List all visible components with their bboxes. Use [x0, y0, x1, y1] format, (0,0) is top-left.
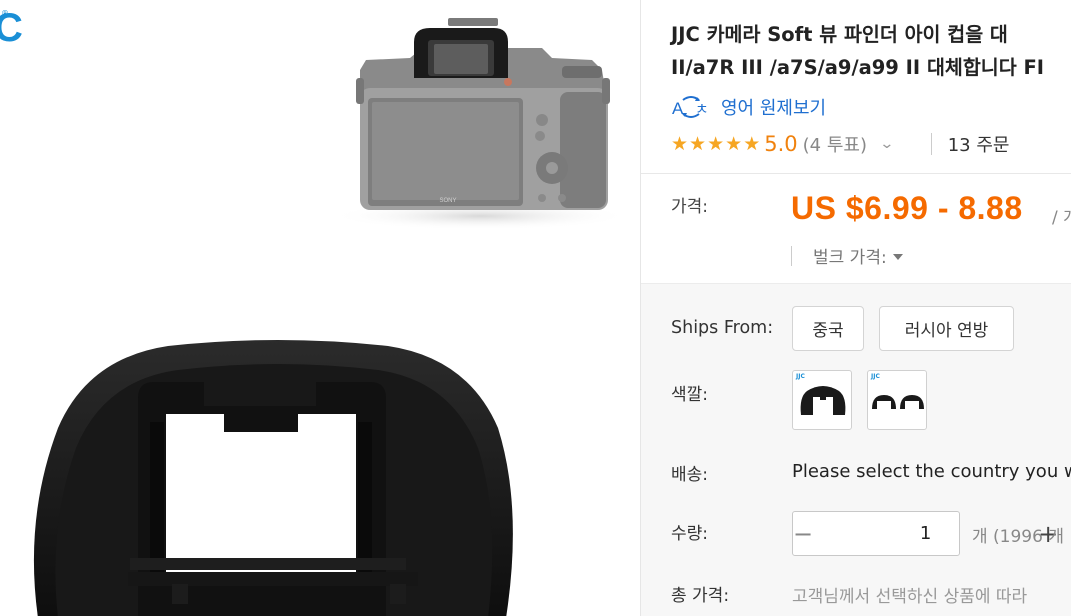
star-icon: ★: [707, 133, 725, 155]
rating-row: ★ ★ ★ ★ ★ 5.0 (4 투표) ⌄ 13 주문: [671, 130, 1009, 158]
brand-registered-mark: ®: [1, 9, 9, 18]
swatch-logo: JJC: [871, 373, 880, 380]
product-title-line-1: JJC 카메라 Soft 뷰 파인더 아이 컵을 대: [671, 23, 1008, 46]
eyecup-product-image[interactable]: [18, 318, 538, 616]
color-label: 색깔:: [671, 385, 709, 405]
translate-row[interactable]: A ㅊ 영어 원제보기: [671, 94, 826, 120]
star-icon: ★: [725, 133, 743, 155]
ships-from-option-russia[interactable]: 러시아 연방: [879, 306, 1014, 351]
divider: [930, 133, 932, 155]
quantity-label: 수량:: [671, 524, 709, 544]
star-icon: ★: [671, 133, 689, 155]
rating-score: 5.0: [764, 132, 798, 156]
divider: [791, 246, 792, 266]
total-price-label: 총 가격:: [671, 586, 730, 606]
product-image-gallery: C ® SONY: [0, 0, 641, 616]
price-unit: / 개: [1052, 208, 1071, 228]
caret-down-icon: [892, 254, 903, 260]
quantity-stepper: − +: [792, 511, 1058, 556]
color-swatch-single[interactable]: JJC: [792, 370, 852, 430]
color-swatch-double[interactable]: JJC: [867, 370, 927, 430]
star-icon: ★: [689, 133, 707, 155]
purchase-options-panel: Ships From: 중국 러시아 연방 색깔: JJC JJC 배송: Pl…: [641, 283, 1071, 616]
review-count[interactable]: (4 투표): [803, 131, 867, 157]
product-title-line-2: II/a7R III /a7S/a9/a99 II 대체합니다 FI: [671, 56, 1045, 79]
view-original-title-link[interactable]: 영어 원제보기: [721, 94, 826, 120]
ships-from-label: Ships From:: [671, 318, 774, 338]
shipping-label: 배송:: [671, 465, 709, 485]
translate-icon: A ㅊ: [672, 96, 709, 118]
svg-text:ㅊ: ㅊ: [695, 100, 709, 118]
shipping-country-prompt[interactable]: Please select the country you w: [792, 461, 1071, 482]
chevron-down-icon[interactable]: ⌄: [879, 136, 894, 152]
quantity-available: 개 (1996 개: [972, 527, 1064, 547]
bulk-price-toggle[interactable]: 벌크 가격:: [813, 243, 903, 268]
total-price-text: 고객님께서 선택하신 상품에 따라: [792, 587, 1028, 607]
bulk-price-label: 벌크 가격:: [813, 248, 887, 268]
price-value: US $6.99 - 8.88: [791, 190, 1023, 226]
ships-from-option-china[interactable]: 중국: [792, 306, 864, 351]
camera-brand-label: SONY: [439, 198, 456, 204]
camera-product-image[interactable]: SONY: [330, 8, 630, 238]
order-count: 13 주문: [947, 135, 1010, 156]
star-rating: ★ ★ ★ ★ ★: [671, 134, 760, 154]
divider: [641, 173, 1071, 174]
quantity-decrease-button[interactable]: −: [793, 512, 813, 555]
swatch-logo: JJC: [796, 373, 805, 380]
price-label: 가격:: [671, 197, 709, 217]
star-icon: ★: [743, 133, 761, 155]
svg-text:A: A: [672, 99, 684, 118]
product-info-panel: JJC 카메라 Soft 뷰 파인더 아이 컵을 대 II/a7R III /a…: [641, 0, 1071, 616]
product-title: JJC 카메라 Soft 뷰 파인더 아이 컵을 대 II/a7R III /a…: [671, 18, 1071, 84]
